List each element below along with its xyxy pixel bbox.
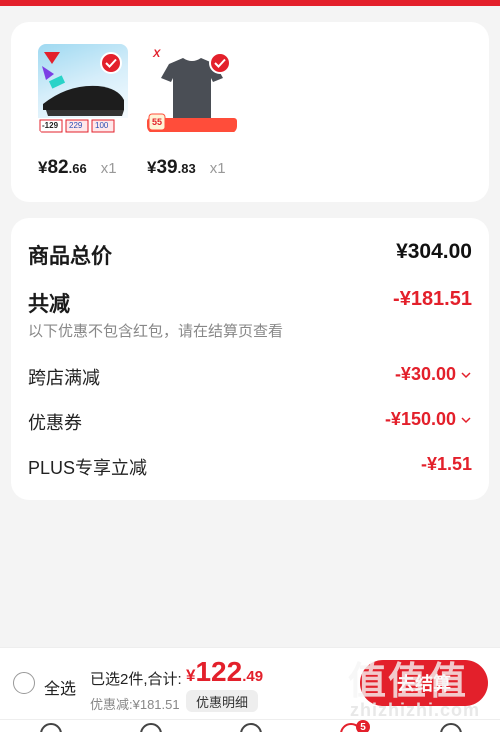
price-integer: 122: [195, 656, 243, 687]
shoe-tag-2: 229: [69, 121, 83, 130]
checkout-button[interactable]: 去结算: [360, 660, 488, 706]
product-quantity: x1: [209, 160, 226, 177]
chevron-down-icon: [461, 416, 471, 423]
product-shoe-price: ¥82.66 x1: [38, 157, 158, 179]
shoe-tag-3: 100: [95, 121, 109, 130]
discount-item-label: 优惠券: [28, 413, 82, 433]
checkout-bar: 全选 已选2件,合计: ¥122.49 优惠减:¥181.51 优惠明细 去结算: [0, 647, 500, 719]
select-all-label[interactable]: 全选: [44, 675, 76, 699]
product-shoe[interactable]: -129 229 100: [38, 44, 128, 134]
discount-item-value[interactable]: -¥150.00: [385, 409, 472, 430]
product-tshirt-thumbnail[interactable]: X 55: [147, 44, 237, 134]
price-summary-card: 商品总价 ¥304.00 共减 -¥181.51 以下优惠不包含红包，请在结算页…: [11, 218, 489, 500]
total-price-label: 商品总价: [28, 245, 112, 268]
products-card: -129 229 100 X 55 ¥82.66 x1 ¥39.83 x1: [11, 22, 489, 202]
check-icon: [214, 58, 226, 68]
tab-profile-icon[interactable]: [440, 723, 462, 732]
total-price-value: ¥304.00: [396, 240, 472, 263]
tshirt-discount-badge: 55: [152, 117, 163, 127]
price-integer: 82: [47, 157, 69, 178]
tshirt-brand-logo: X: [153, 48, 161, 60]
discount-row-plus: PLUS专享立减 -¥1.51: [28, 454, 472, 478]
discount-item-amount: -¥30.00: [394, 364, 456, 384]
bottom-tabbar: 5: [0, 719, 500, 732]
tab-category-icon[interactable]: [140, 723, 162, 732]
product-tshirt-price: ¥39.83 x1: [147, 157, 267, 179]
price-decimal: .83: [177, 161, 196, 176]
price-decimal: .66: [68, 161, 87, 176]
product-shoe-thumbnail[interactable]: -129 229 100: [38, 44, 128, 134]
discount-item-amount: -¥150.00: [384, 409, 456, 429]
price-decimal: .49: [242, 668, 264, 685]
cart-count-badge: 5: [356, 720, 370, 732]
tab-home-icon[interactable]: [40, 723, 62, 732]
tab-discover-icon[interactable]: [240, 723, 262, 732]
discount-item-value: -¥1.51: [420, 454, 472, 474]
product-tshirt[interactable]: X 55: [147, 44, 237, 134]
discount-item-label: 跨店满减: [28, 368, 100, 388]
discount-item-label: PLUS专享立减: [28, 458, 148, 478]
select-all-radio[interactable]: [13, 672, 35, 694]
saved-amount-text: 优惠减:¥181.51: [90, 697, 180, 712]
product-quantity: x1: [100, 160, 117, 177]
top-accent-strip: [0, 0, 500, 6]
check-icon: [105, 58, 117, 68]
discount-row-coupon[interactable]: 优惠券 -¥150.00: [28, 409, 472, 433]
price-integer: 39: [156, 157, 178, 178]
discount-row-cross-store[interactable]: 跨店满减 -¥30.00: [28, 364, 472, 388]
product-shoe-checkbox[interactable]: [100, 52, 122, 74]
discount-note: 以下优惠不包含红包，请在结算页查看: [28, 323, 284, 340]
discount-item-value[interactable]: -¥30.00: [395, 364, 472, 385]
shoe-tag-1: -129: [42, 121, 59, 130]
discount-detail-button[interactable]: 优惠明细: [186, 690, 259, 712]
chevron-down-icon: [461, 371, 471, 378]
total-discount-label: 共减: [28, 293, 70, 316]
checkout-total-price: ¥122.49: [186, 656, 263, 688]
selected-count-text: 已选2件,合计:: [90, 671, 182, 688]
total-discount-value: -¥181.51: [393, 288, 472, 310]
product-tshirt-checkbox[interactable]: [209, 52, 231, 74]
